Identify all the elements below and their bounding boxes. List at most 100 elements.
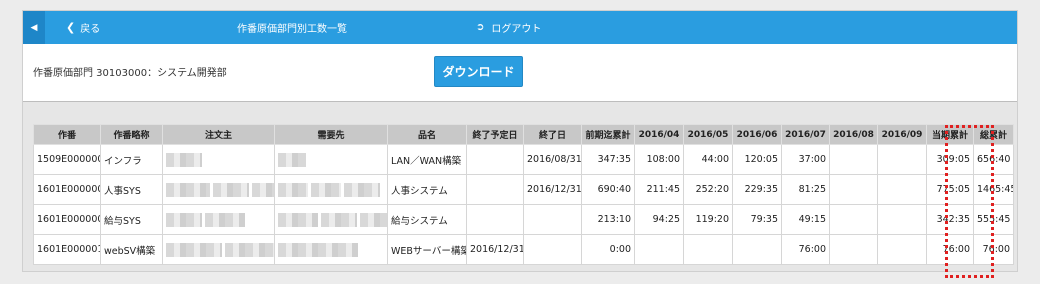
table-row[interactable]: 1509E0000003インフラ LAN／WAN構築 2016/08/31347:3… <box>33 144 1014 175</box>
table-row[interactable]: 1601E0000016webSV構築 WEBサーバー構築2016/12/31 0:… <box>33 234 1014 265</box>
back-label: 戻る <box>80 24 101 35</box>
table-cell: 229:35 <box>732 174 782 205</box>
table-cell: 690:40 <box>581 174 635 205</box>
table-cell: 1601E0000005 <box>33 204 101 235</box>
table-cell <box>877 174 927 205</box>
redacted-block <box>166 212 202 227</box>
table-cell <box>877 204 927 235</box>
table-cell: 656:40 <box>973 144 1014 175</box>
column-header: 当期累計 <box>926 124 974 145</box>
table-cell: 309:05 <box>926 144 974 175</box>
table-cell <box>829 204 878 235</box>
column-header: 2016/09 <box>877 124 927 145</box>
column-header: 注文主 <box>162 124 275 145</box>
table-row[interactable]: 1601E0000005給与SYS 給与システム 213:1094:25119:20… <box>33 204 1014 235</box>
customer-cell-redacted <box>162 204 275 235</box>
table-cell: 1509E0000003 <box>33 144 101 175</box>
column-header: 2016/08 <box>829 124 878 145</box>
table-cell: 342:35 <box>926 204 974 235</box>
caret-left-icon: ◀ <box>30 22 38 33</box>
client-cell-redacted <box>274 234 388 265</box>
redacted-block <box>205 212 245 227</box>
table-cell: 人事SYS <box>100 174 163 205</box>
table-cell <box>683 234 733 265</box>
redacted-block <box>278 152 306 167</box>
redacted-block <box>252 182 274 197</box>
table-cell <box>523 204 582 235</box>
column-header: 2016/04 <box>634 124 684 145</box>
table-cell: 1601E0000004 <box>33 174 101 205</box>
table-cell <box>829 234 878 265</box>
customer-cell-redacted <box>162 144 275 175</box>
redacted-block <box>278 212 318 227</box>
table-cell: webSV構築 <box>100 234 163 265</box>
table-cell: 252:20 <box>683 174 733 205</box>
logout-label: ログアウト <box>491 24 542 35</box>
table-cell: 給与SYS <box>100 204 163 235</box>
table-cell <box>634 234 684 265</box>
table-cell <box>732 234 782 265</box>
column-header: 作番略称 <box>100 124 163 145</box>
logout-icon: ➲ <box>476 22 485 33</box>
column-header: 需要先 <box>274 124 388 145</box>
back-button[interactable]: ❮ 戻る <box>66 11 100 44</box>
info-bar: 作番原価部門 30103000：システム開発部 ダウンロード <box>23 44 1017 102</box>
table-cell: 119:20 <box>683 204 733 235</box>
table-cell: 給与システム <box>387 204 467 235</box>
table-cell: 49:15 <box>781 204 830 235</box>
column-header: 2016/07 <box>781 124 830 145</box>
table-header-row: 作番 作番略称 注文主 需要先 品名 終了予定日 終了日 前期迄累計 2016/04 2016/0… <box>33 124 1014 145</box>
page-title: 作番原価部門別工数一覧 <box>237 24 347 35</box>
column-header: 総累計 <box>973 124 1014 145</box>
table-cell: 555:45 <box>973 204 1014 235</box>
redacted-block <box>225 242 274 257</box>
table-cell: 1465:45 <box>973 174 1014 205</box>
redacted-block <box>166 242 222 257</box>
redacted-block <box>311 182 341 197</box>
table-cell: 人事システム <box>387 174 467 205</box>
table-cell: 2016/08/31 <box>523 144 582 175</box>
table-cell: 76:00 <box>926 234 974 265</box>
redacted-block <box>278 182 308 197</box>
redacted-block <box>360 212 387 227</box>
table-cell <box>829 144 878 175</box>
table-cell: LAN／WAN構築 <box>387 144 467 175</box>
table-cell: 2016/12/31 <box>466 234 524 265</box>
table-cell: 108:00 <box>634 144 684 175</box>
table-cell <box>877 234 927 265</box>
top-navigation-bar: ◀ ❮ 戻る 作番原価部門別工数一覧 ➲ ログアウト <box>23 11 1017 44</box>
table-cell: 81:25 <box>781 174 830 205</box>
table-cell: 76:00 <box>973 234 1014 265</box>
app-frame: ◀ ❮ 戻る 作番原価部門別工数一覧 ➲ ログアウト 作番原価部門 301030… <box>22 10 1018 278</box>
redacted-block <box>278 242 358 257</box>
column-header: 2016/06 <box>732 124 782 145</box>
column-header: 前期迄累計 <box>581 124 635 145</box>
table-row[interactable]: 1601E0000004人事SYS人事システム2016/12/31690:402… <box>33 174 1014 205</box>
table-cell <box>523 234 582 265</box>
client-cell-redacted <box>274 174 388 205</box>
redacted-block <box>166 182 210 197</box>
table-cell: インフラ <box>100 144 163 175</box>
column-header: 品名 <box>387 124 467 145</box>
table-cell: 2016/12/31 <box>523 174 582 205</box>
table-cell: 211:45 <box>634 174 684 205</box>
logout-button[interactable]: ➲ ログアウト <box>476 11 541 44</box>
redacted-block <box>166 152 202 167</box>
column-header: 2016/05 <box>683 124 733 145</box>
table-cell: 775:05 <box>926 174 974 205</box>
redacted-block <box>213 182 249 197</box>
chevron-left-icon: ❮ <box>66 21 76 34</box>
table-cell: 120:05 <box>732 144 782 175</box>
column-header: 終了日 <box>523 124 582 145</box>
sidebar-toggle[interactable]: ◀ <box>23 11 45 44</box>
department-label: 作番原価部門 30103000：システム開発部 <box>33 68 227 79</box>
customer-cell-redacted <box>162 234 275 265</box>
table-cell: 37:00 <box>781 144 830 175</box>
column-header: 終了予定日 <box>466 124 524 145</box>
table-cell: 79:35 <box>732 204 782 235</box>
table-cell: 76:00 <box>781 234 830 265</box>
table-cell <box>829 174 878 205</box>
table-cell: 213:10 <box>581 204 635 235</box>
table-cell: 347:35 <box>581 144 635 175</box>
download-button[interactable]: ダウンロード <box>434 56 523 87</box>
